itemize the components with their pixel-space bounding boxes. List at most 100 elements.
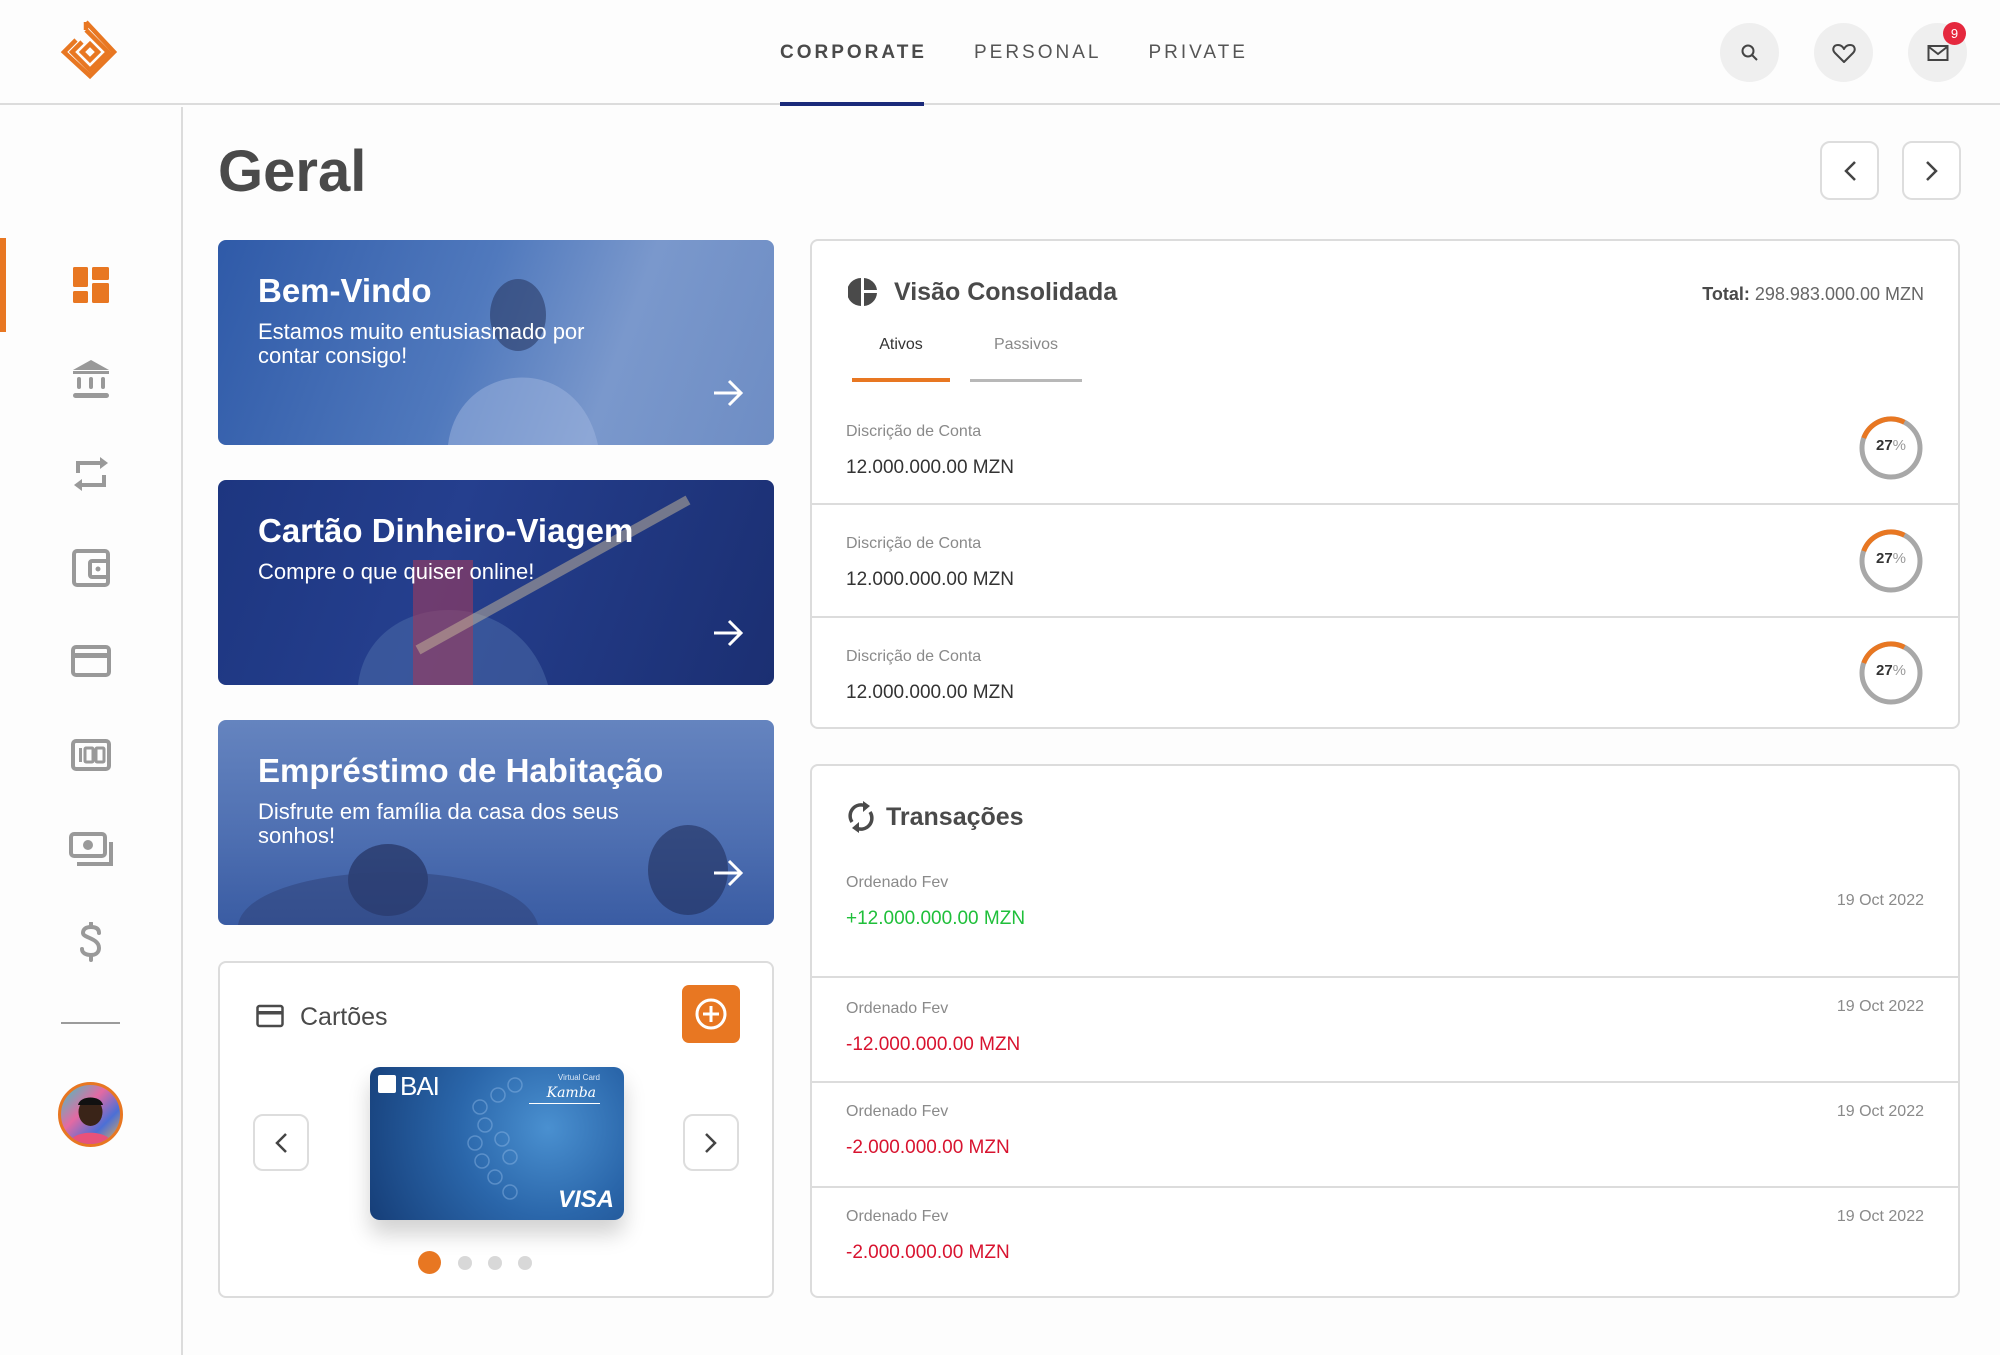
carousel-dot[interactable] — [487, 1255, 502, 1270]
transaction-date: 19 Oct 2022 — [1836, 1103, 1924, 1120]
search-button[interactable] — [1720, 23, 1779, 82]
total-value: 298.983.000.00 MZN — [1754, 284, 1924, 304]
carousel-dot[interactable] — [417, 1251, 441, 1274]
percent-value: 27 — [1875, 437, 1893, 454]
search-icon — [1741, 44, 1758, 61]
card-network: VISA — [557, 1186, 614, 1213]
total-label: Total: — [1702, 284, 1750, 304]
card-bank-name: BAI — [400, 1071, 440, 1101]
transaction-label: Ordenado Fev — [846, 1000, 949, 1017]
arrow-right-icon[interactable] — [712, 379, 744, 407]
sidebar-item-payments[interactable] — [0, 809, 181, 889]
card-signature: Kamba — [528, 1085, 600, 1104]
top-bar: CORPORATE PERSONAL PRIVATE 9 — [0, 0, 2000, 106]
transaction-date: 19 Oct 2022 — [1836, 998, 1924, 1015]
sidebar-item-dashboard[interactable] — [0, 238, 181, 332]
account-label: Discrição de Conta — [846, 423, 982, 440]
percent-sign: % — [1892, 550, 1907, 567]
sidebar-item-bank[interactable] — [0, 339, 181, 419]
counter-icon — [70, 739, 111, 771]
overview-tabs: Ativos Passivos — [852, 326, 1102, 382]
account-amount: 12.000.000.00 MZN — [846, 569, 1014, 590]
sidebar-item-counter[interactable] — [0, 715, 181, 795]
promo-subtitle: Compre o que quiser online! — [258, 559, 535, 584]
transaction-list: Ordenado Fev +12.000.000.00 MZN 19 Oct 2… — [812, 864, 1958, 1296]
tab-private[interactable]: PRIVATE — [1148, 0, 1247, 105]
payments-icon — [68, 832, 113, 866]
arrow-right-icon[interactable] — [712, 619, 744, 647]
tab-corporate[interactable]: CORPORATE — [780, 0, 927, 106]
transaction-amount: -2.000.000.00 MZN — [846, 1242, 1010, 1263]
bank-logo-icon[interactable] — [56, 16, 128, 90]
card-prev-button[interactable] — [253, 1114, 309, 1171]
transaction-label: Ordenado Fev — [846, 1103, 949, 1120]
transaction-label: Ordenado Fev — [846, 1208, 949, 1225]
account-label: Discrição de Conta — [846, 648, 982, 665]
transaction-row[interactable]: Ordenado Fev -12.000.000.00 MZN 19 Oct 2… — [812, 978, 1958, 1083]
arrow-right-icon[interactable] — [712, 859, 744, 887]
tab-passivos[interactable]: Passivos — [970, 326, 1082, 382]
sidebar — [0, 107, 183, 1355]
bank-card[interactable]: BAI Virtual Card Kamba VISA — [370, 1067, 624, 1220]
sync-icon — [848, 801, 874, 833]
carousel-dots — [220, 1251, 772, 1274]
add-card-button[interactable] — [682, 985, 740, 1043]
cards-title: Cartões — [300, 1003, 388, 1031]
account-row[interactable]: Discrição de Conta 12.000.000.00 MZN 27% — [812, 618, 1958, 729]
card-next-button[interactable] — [683, 1114, 739, 1171]
percent-value: 27 — [1875, 662, 1893, 679]
page-next-button[interactable] — [1902, 141, 1961, 200]
dollar-icon — [79, 922, 101, 962]
account-amount: 12.000.000.00 MZN — [846, 457, 1014, 478]
plus-circle-icon — [695, 998, 727, 1030]
wallet-icon — [71, 549, 110, 587]
promo-title: Cartão Dinheiro-Viagem — [258, 512, 634, 549]
page-title: Geral — [218, 139, 367, 204]
transactions-title: Transações — [886, 803, 1024, 831]
transaction-row[interactable]: Ordenado Fev +12.000.000.00 MZN 19 Oct 2… — [812, 864, 1958, 978]
tab-personal[interactable]: PERSONAL — [974, 0, 1101, 105]
carousel-dot[interactable] — [457, 1255, 472, 1270]
overview-panel: Visão Consolidada Total: 298.983.000.00 … — [810, 239, 1960, 729]
transaction-amount: -2.000.000.00 MZN — [846, 1137, 1010, 1158]
tab-ativos[interactable]: Ativos — [852, 326, 950, 382]
cards-panel: Cartões BAI Virtual Card Kamba VISA — [218, 961, 774, 1298]
chevron-left-icon — [275, 1132, 287, 1153]
account-list: Discrição de Conta 12.000.000.00 MZN 27%… — [812, 391, 1958, 727]
sidebar-item-dollar[interactable] — [0, 902, 181, 982]
transaction-row[interactable]: Ordenado Fev -2.000.000.00 MZN 19 Oct 20… — [812, 1083, 1958, 1188]
sidebar-item-wallet[interactable] — [0, 528, 181, 608]
percent-sign: % — [1892, 437, 1907, 454]
segment-nav: CORPORATE PERSONAL PRIVATE — [780, 0, 1295, 106]
card-type-label: Virtual Card — [557, 1073, 600, 1082]
promo-card-welcome[interactable]: Bem-Vindo Estamos muito entusiasmado por… — [218, 240, 774, 445]
promo-card-travel[interactable]: Cartão Dinheiro-Viagem Compre o que quis… — [218, 480, 774, 685]
promo-title: Bem-Vindo — [258, 272, 432, 309]
account-label: Discrição de Conta — [846, 535, 982, 552]
chevron-right-icon — [705, 1132, 717, 1153]
messages-button[interactable]: 9 — [1908, 22, 1967, 82]
pie-chart-icon — [848, 278, 877, 306]
transaction-row[interactable]: Ordenado Fev -2.000.000.00 MZN 19 Oct 20… — [812, 1188, 1958, 1298]
sidebar-item-transfers[interactable] — [0, 434, 181, 514]
transaction-amount: -12.000.000.00 MZN — [846, 1034, 1021, 1055]
account-row[interactable]: Discrição de Conta 12.000.000.00 MZN 27% — [812, 505, 1958, 618]
favorites-button[interactable] — [1814, 23, 1873, 82]
percent-sign: % — [1892, 662, 1907, 679]
chevron-left-icon — [1843, 160, 1856, 181]
promo-card-housing-loan[interactable]: Empréstimo de Habitação Disfrute em famí… — [218, 720, 774, 925]
chevron-right-icon — [1925, 160, 1938, 181]
percent-ring: 27% — [1858, 415, 1924, 481]
account-row[interactable]: Discrição de Conta 12.000.000.00 MZN 27% — [812, 391, 1958, 505]
account-amount: 12.000.000.00 MZN — [846, 682, 1014, 703]
percent-ring: 27% — [1858, 640, 1924, 706]
promo-title: Empréstimo de Habitação — [258, 752, 664, 789]
user-avatar[interactable] — [58, 1082, 123, 1147]
sidebar-item-cards[interactable] — [0, 621, 181, 701]
page-prev-button[interactable] — [1820, 141, 1879, 200]
promo-subtitle: Estamos muito entusiasmado por contar co… — [258, 319, 585, 368]
percent-value: 27 — [1875, 550, 1893, 567]
carousel-dot[interactable] — [517, 1255, 532, 1270]
mail-icon — [1927, 44, 1948, 61]
sidebar-divider — [61, 1022, 120, 1024]
